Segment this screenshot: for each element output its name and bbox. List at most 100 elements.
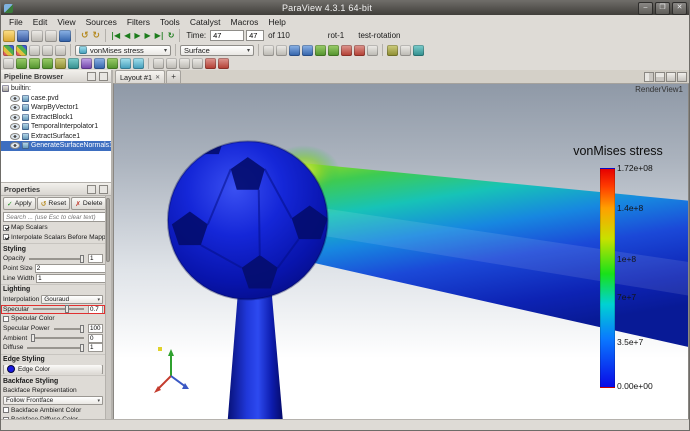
- properties-scrollbar[interactable]: [105, 196, 111, 420]
- select-points-through-icon[interactable]: [192, 58, 203, 69]
- lighting-section-header[interactable]: Lighting: [1, 283, 105, 295]
- view-plus-y-icon[interactable]: [315, 44, 326, 56]
- vcr-next-frame-button[interactable]: ▶: [143, 29, 151, 42]
- contour-icon[interactable]: [16, 58, 27, 69]
- maximize-view-icon[interactable]: [666, 71, 676, 82]
- warp-by-vector-icon[interactable]: [107, 58, 118, 69]
- screenshot-icon[interactable]: [59, 29, 71, 42]
- menu-catalyst[interactable]: Catalyst: [185, 16, 226, 28]
- connect-server-icon[interactable]: [31, 29, 43, 42]
- vcr-first-frame-button[interactable]: |◀: [110, 29, 121, 42]
- interpolate-scalars-checkbox[interactable]: [3, 234, 9, 241]
- menu-macros[interactable]: Macros: [226, 16, 264, 28]
- visibility-eye-icon[interactable]: [10, 113, 20, 121]
- slice-icon[interactable]: [42, 58, 53, 69]
- interactive-select-cells-icon[interactable]: [205, 58, 216, 69]
- menu-sources[interactable]: Sources: [81, 16, 122, 28]
- rotate-camera-90-icon[interactable]: [367, 44, 378, 56]
- dock-float-button[interactable]: [87, 184, 96, 194]
- pick-center-icon[interactable]: [413, 44, 424, 56]
- visibility-eye-icon[interactable]: [10, 123, 20, 131]
- vcr-last-frame-button[interactable]: ▶|: [154, 29, 165, 42]
- map-scalars-checkbox[interactable]: [3, 224, 9, 231]
- pipeline-item-builtin[interactable]: builtin:: [1, 84, 111, 94]
- toggle-color-legend-icon[interactable]: [3, 44, 14, 56]
- open-file-icon[interactable]: [3, 29, 15, 42]
- backface-representation-dropdown[interactable]: Follow Frontface ▾: [3, 396, 103, 406]
- add-layout-tab-button[interactable]: +: [166, 70, 182, 83]
- opacity-input[interactable]: [88, 254, 103, 264]
- specular-color-checkbox[interactable]: [3, 315, 9, 322]
- interpolation-dropdown[interactable]: Gouraud ▾: [41, 295, 103, 305]
- pipeline-item-temporalinterpolator1[interactable]: TemporalInterpolator1: [1, 122, 111, 132]
- backface-styling-section-header[interactable]: Backface Styling: [1, 375, 105, 386]
- properties-search-input[interactable]: [3, 212, 109, 222]
- close-view-icon[interactable]: [677, 71, 687, 82]
- edit-color-map-icon[interactable]: [16, 44, 27, 56]
- pipeline-item-generatesurfacenormals1[interactable]: GenerateSurfaceNormals1: [1, 141, 111, 151]
- rescale-data-range-icon[interactable]: [29, 44, 40, 56]
- dock-close-button[interactable]: [99, 71, 108, 81]
- extract-group-icon[interactable]: [133, 58, 144, 69]
- layout-tab[interactable]: Layout #1 ✕: [115, 70, 166, 83]
- view-plus-z-icon[interactable]: [341, 44, 352, 56]
- scrollbar-thumb[interactable]: [106, 198, 110, 262]
- view-minus-x-icon[interactable]: [302, 44, 313, 56]
- apply-button[interactable]: ✓ Apply: [3, 197, 36, 210]
- dock-close-button[interactable]: [99, 184, 108, 194]
- clip-icon[interactable]: [29, 58, 40, 69]
- calculator-icon[interactable]: [3, 58, 14, 69]
- specular-power-input[interactable]: [88, 324, 103, 334]
- menu-filters[interactable]: Filters: [122, 16, 155, 28]
- visibility-eye-icon[interactable]: [10, 142, 20, 150]
- specular-slider[interactable]: [33, 305, 84, 314]
- menu-view[interactable]: View: [52, 16, 80, 28]
- glyph-icon[interactable]: [81, 58, 92, 69]
- minimize-button[interactable]: –: [638, 1, 653, 15]
- view-minus-z-icon[interactable]: [354, 44, 365, 56]
- view-plus-x-icon[interactable]: [289, 44, 300, 56]
- color-legend[interactable]: vonMises stress 1.72e+08 1.4e+8 1e+8 7e+…: [552, 144, 684, 404]
- coloring-field-dropdown[interactable]: vonMises stress ▾: [75, 44, 171, 56]
- stream-tracer-icon[interactable]: [94, 58, 105, 69]
- pipeline-item-extractblock1[interactable]: ExtractBlock1: [1, 113, 111, 123]
- ambient-input[interactable]: [88, 333, 103, 343]
- visibility-eye-icon[interactable]: [10, 94, 20, 102]
- rescale-custom-range-icon[interactable]: [42, 44, 53, 56]
- menu-tools[interactable]: Tools: [155, 16, 185, 28]
- disconnect-server-icon[interactable]: [45, 29, 57, 42]
- specular-input[interactable]: [88, 304, 103, 314]
- split-vertical-icon[interactable]: [655, 71, 665, 82]
- interactive-select-points-icon[interactable]: [218, 58, 229, 69]
- zoom-to-data-icon[interactable]: [276, 44, 287, 56]
- pipeline-item-extractsurface1[interactable]: ExtractSurface1: [1, 132, 111, 142]
- undo-icon[interactable]: ↺: [80, 29, 90, 42]
- rescale-temporal-range-icon[interactable]: [55, 44, 66, 56]
- point-size-input[interactable]: [34, 264, 105, 274]
- menu-help[interactable]: Help: [263, 16, 290, 28]
- maximize-button[interactable]: ❐: [655, 1, 670, 15]
- dock-float-button[interactable]: [87, 71, 96, 81]
- show-orientation-axes-icon[interactable]: [387, 44, 398, 56]
- ambient-slider[interactable]: [31, 334, 84, 343]
- vcr-previous-frame-button[interactable]: ◀: [123, 29, 131, 42]
- time-value-input[interactable]: [210, 30, 245, 41]
- vcr-loop-button[interactable]: ↻: [167, 29, 176, 42]
- threshold-icon[interactable]: [55, 58, 66, 69]
- render-view[interactable]: RenderView1 vonMises stress 1.72e+08 1.4…: [113, 83, 689, 420]
- representation-dropdown[interactable]: Surface ▾: [180, 44, 254, 56]
- edge-color-button[interactable]: Edge Color: [3, 364, 103, 375]
- diffuse-slider[interactable]: [27, 343, 84, 352]
- backface-ambient-color-checkbox[interactable]: [3, 407, 9, 414]
- edge-styling-section-header[interactable]: Edge Styling: [1, 353, 105, 365]
- diffuse-input[interactable]: [88, 343, 103, 353]
- vcr-play-button[interactable]: ▶: [133, 29, 141, 42]
- split-horizontal-icon[interactable]: [644, 71, 654, 82]
- pipeline-item-case-pvd[interactable]: case.pvd: [1, 94, 111, 104]
- pipeline-item-warpbyvector1[interactable]: WarpByVector1: [1, 103, 111, 113]
- redo-icon[interactable]: ↻: [92, 29, 102, 42]
- opacity-slider[interactable]: [29, 254, 84, 263]
- group-datasets-icon[interactable]: [120, 58, 131, 69]
- visibility-eye-icon[interactable]: [10, 104, 20, 112]
- visibility-eye-icon[interactable]: [10, 132, 20, 140]
